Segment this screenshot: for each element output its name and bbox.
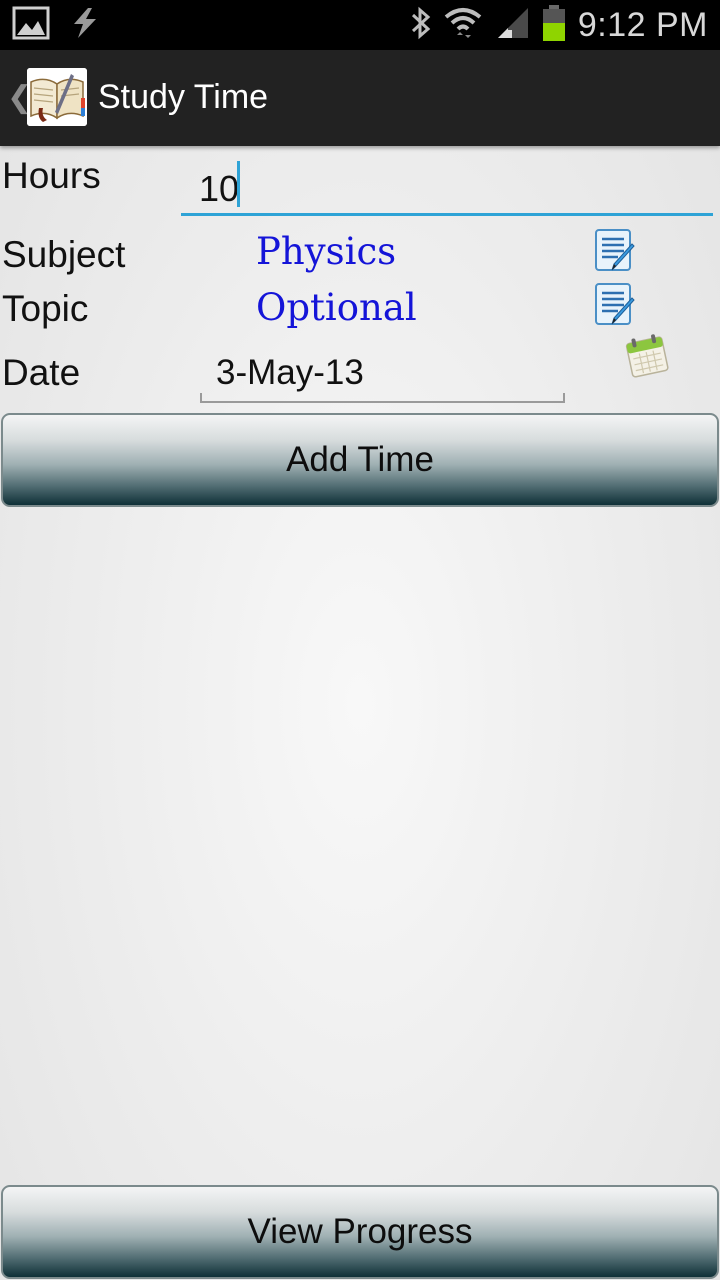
- status-bar-clock: 9:12 PM: [577, 5, 708, 44]
- status-bar-system: 9:12 PM: [410, 0, 708, 50]
- status-bar: 9:12 PM: [0, 0, 720, 50]
- topic-value-link[interactable]: Optional: [256, 286, 417, 329]
- edit-subject-icon[interactable]: [594, 228, 640, 274]
- hours-input[interactable]: 10: [181, 158, 713, 216]
- signal-icon: [494, 6, 530, 45]
- action-bar: ❮ Study Time: [0, 50, 720, 146]
- flash-icon: [66, 6, 102, 45]
- subject-label: Subject: [2, 234, 126, 275]
- gallery-icon: [12, 6, 50, 45]
- subject-value-link[interactable]: Physics: [256, 230, 396, 273]
- edit-topic-icon[interactable]: [594, 282, 640, 328]
- view-progress-button[interactable]: View Progress: [1, 1185, 719, 1279]
- add-time-button[interactable]: Add Time: [1, 413, 719, 507]
- calendar-icon[interactable]: [623, 332, 671, 380]
- date-label: Date: [2, 352, 81, 393]
- hours-input-value: 10: [199, 168, 240, 209]
- bluetooth-icon: [410, 6, 432, 45]
- text-cursor: [237, 161, 240, 207]
- date-field-value: 3-May-13: [216, 353, 364, 392]
- topic-label: Topic: [2, 288, 89, 329]
- hours-label: Hours: [2, 155, 101, 196]
- wifi-icon: [444, 5, 482, 46]
- book-icon[interactable]: [27, 68, 87, 126]
- date-field[interactable]: 3-May-13: [200, 345, 565, 403]
- battery-icon: [542, 4, 566, 46]
- status-bar-notifications: [12, 0, 102, 50]
- page-title: Study Time: [98, 78, 269, 116]
